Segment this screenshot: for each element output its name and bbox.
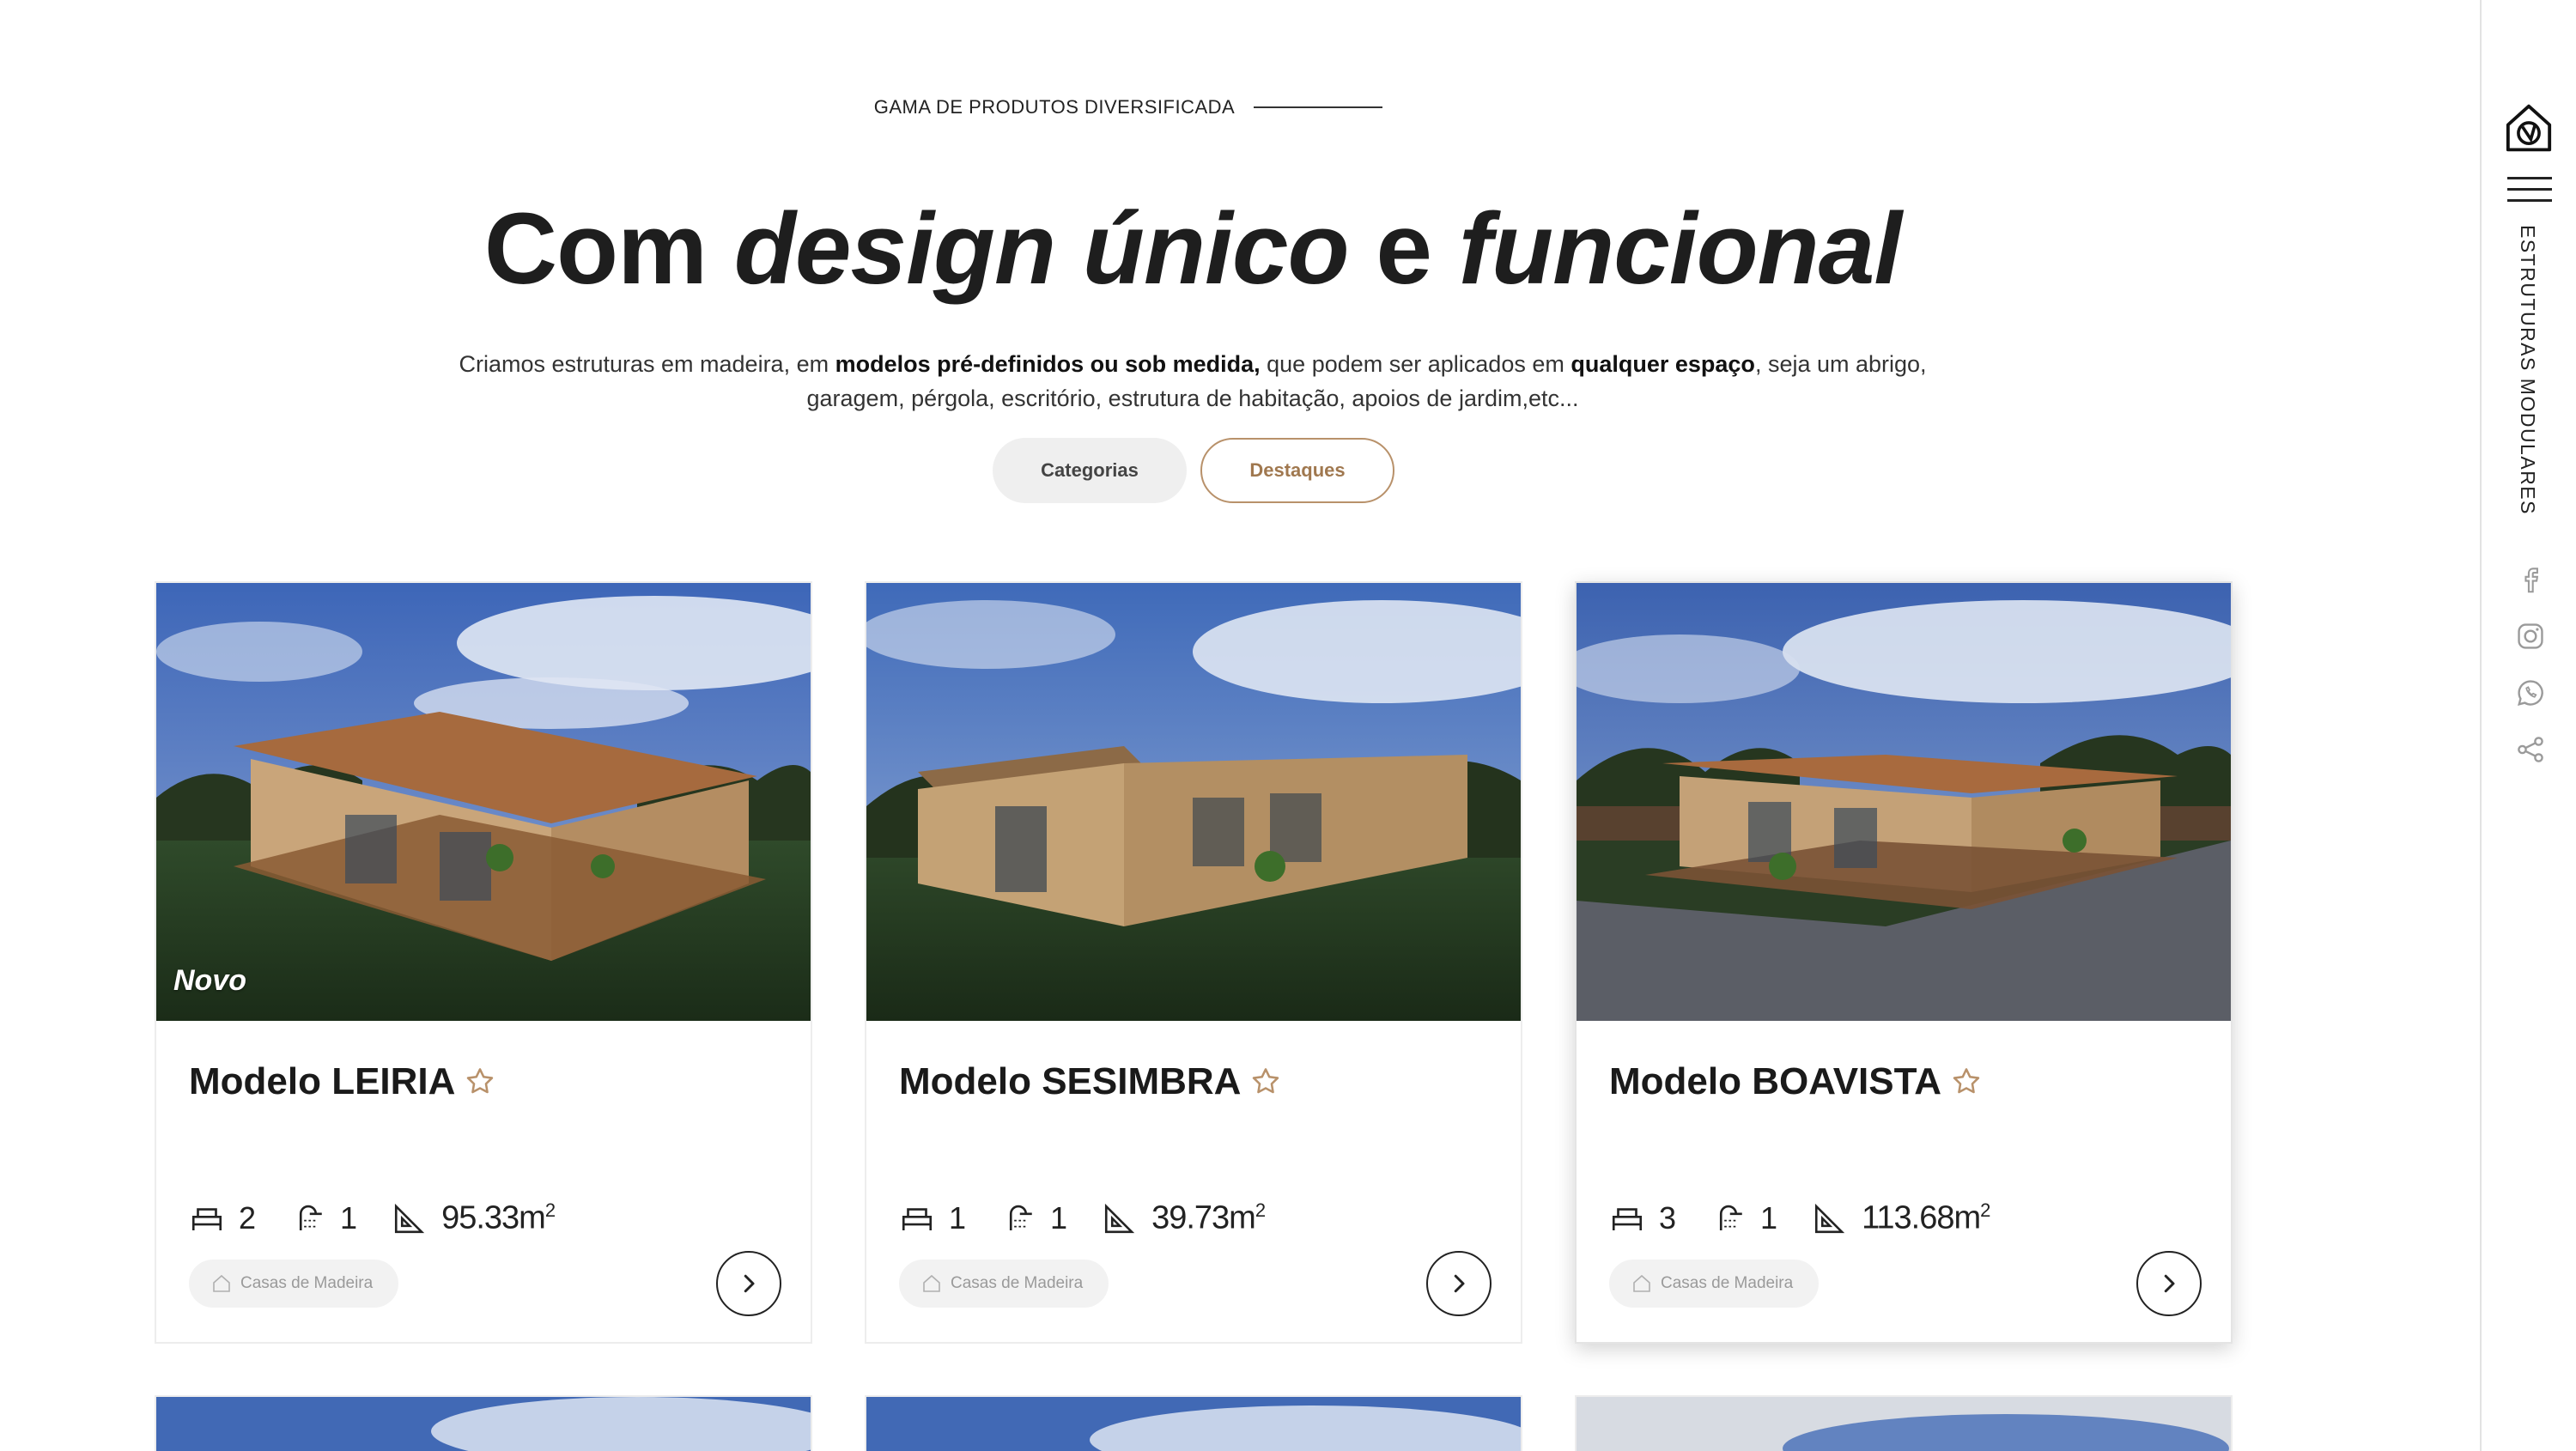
card-open-button[interactable] [716,1251,781,1316]
house-render-image [1577,583,2231,1021]
hamburger-menu-button[interactable] [2507,177,2552,203]
favorite-star-icon[interactable] [1249,1065,1282,1098]
product-image[interactable]: Novo [156,583,811,1021]
house-render-image [156,1397,811,1451]
bedrooms-value: 3 [1659,1199,1677,1235]
product-image[interactable] [1577,583,2231,1021]
area-value: 113.68m2 [1862,1199,1990,1236]
spec-area: 39.73m2 [1102,1199,1266,1237]
intro-paragraph: Criamos estruturas em madeira, em modelo… [420,347,1965,416]
side-rail: ESTRUTURAS MODULARES [2480,0,2576,1451]
bathrooms-value: 1 [340,1199,358,1235]
category-chip[interactable]: Casas de Madeira [899,1260,1109,1308]
headline-italic-1: design único [733,192,1350,306]
tab-destaques[interactable]: Destaques [1200,438,1394,503]
card-specs: 3 1 113.68m2 [1609,1199,2024,1237]
product-card-leiria[interactable]: Novo Modelo LEIRIA 2 1 95.33m2 Casas de … [155,581,812,1344]
facebook-icon[interactable] [2514,563,2547,596]
card-specs: 1 1 39.73m2 [899,1199,1299,1237]
shower-icon [299,1205,322,1230]
card-title: Modelo LEIRIA [189,1060,496,1103]
category-label: Casas de Madeira [240,1274,374,1292]
bedrooms-value: 2 [239,1199,257,1235]
spec-bedrooms: 3 [1609,1200,1676,1236]
house-icon [213,1274,230,1292]
chevron-right-icon [1454,1274,1465,1293]
intro-bold-2: qualquer espaço [1571,351,1755,377]
spec-bathrooms: 1 [1000,1200,1067,1236]
whatsapp-icon[interactable] [2514,677,2547,709]
section-eyebrow: GAMA DE PRODUTOS DIVERSIFICADA [0,96,2385,118]
headline-italic-2: funcional [1458,192,1902,306]
card-open-button[interactable] [2136,1251,2202,1316]
spec-bathrooms: 1 [1710,1200,1777,1236]
card-title-text[interactable]: Modelo SESIMBRA [899,1060,1241,1103]
card-title-text[interactable]: Modelo LEIRIA [189,1060,455,1103]
card-title: Modelo BOAVISTA [1609,1060,1983,1103]
house-icon [1633,1274,1650,1292]
category-chip[interactable]: Casas de Madeira [189,1260,399,1308]
shower-icon [1009,1205,1032,1230]
share-icon[interactable] [2514,733,2547,766]
eyebrow-line [1254,106,1383,108]
area-value: 39.73m2 [1151,1199,1266,1236]
chevron-right-icon [744,1274,755,1293]
bathrooms-value: 1 [1050,1199,1068,1235]
filter-tabs: Categorias Destaques [993,438,1394,503]
spec-area: 95.33m2 [392,1199,556,1237]
product-card-next-row[interactable] [1575,1395,2233,1451]
chevron-right-icon [2164,1274,2175,1293]
badge-novo: Novo [173,964,246,997]
product-image[interactable] [866,583,1521,1021]
house-render-image [866,583,1521,1021]
bathrooms-value: 1 [1760,1199,1778,1235]
headline-part-2: e [1348,192,1459,306]
spec-bedrooms: 2 [189,1200,256,1236]
spec-bedrooms: 1 [899,1200,966,1236]
bed-icon [191,1208,222,1230]
category-label: Casas de Madeira [1661,1274,1794,1292]
rail-vertical-label: ESTRUTURAS MODULARES [2517,225,2539,515]
house-render-image [156,583,811,1021]
brand-logo-icon[interactable] [2504,101,2554,155]
instagram-icon[interactable] [2514,620,2547,653]
favorite-star-icon[interactable] [464,1065,496,1098]
card-specs: 2 1 95.33m2 [189,1199,589,1237]
spec-area: 113.68m2 [1812,1199,1990,1237]
category-label: Casas de Madeira [951,1274,1084,1292]
product-card-next-row[interactable] [155,1395,812,1451]
eyebrow-text: GAMA DE PRODUTOS DIVERSIFICADA [873,96,1236,118]
tab-categorias[interactable]: Categorias [993,438,1187,503]
area-ruler-icon [1105,1203,1135,1233]
card-title: Modelo SESIMBRA [899,1060,1282,1103]
main-content: GAMA DE PRODUTOS DIVERSIFICADA Com desig… [0,0,2480,1451]
headline-part-1: Com [483,192,734,306]
category-chip[interactable]: Casas de Madeira [1609,1260,1820,1308]
area-ruler-icon [395,1203,425,1233]
area-value: 95.33m2 [441,1199,556,1236]
bed-icon [902,1208,933,1230]
product-card-next-row[interactable] [865,1395,1522,1451]
area-ruler-icon [1815,1203,1845,1233]
page-headline: Com design único e funcional [0,191,2385,307]
house-render-image [866,1397,1521,1451]
bed-icon [1612,1208,1643,1230]
intro-text-1: Criamos estruturas em madeira, em [459,351,835,377]
favorite-star-icon[interactable] [1950,1065,1983,1098]
product-card-boavista[interactable]: Modelo BOAVISTA 3 1 113.68m2 Casas de Ma… [1575,581,2233,1344]
house-icon [923,1274,940,1292]
card-title-text[interactable]: Modelo BOAVISTA [1609,1060,1941,1103]
house-render-image [1577,1397,2231,1451]
intro-text-2: que podem ser aplicados em [1260,351,1571,377]
intro-bold-1: modelos pré-definidos ou sob medida, [835,351,1261,377]
bedrooms-value: 1 [949,1199,967,1235]
shower-icon [1719,1205,1742,1230]
spec-bathrooms: 1 [290,1200,357,1236]
product-card-sesimbra[interactable]: Modelo SESIMBRA 1 1 39.73m2 Casas de Mad… [865,581,1522,1344]
card-open-button[interactable] [1426,1251,1492,1316]
